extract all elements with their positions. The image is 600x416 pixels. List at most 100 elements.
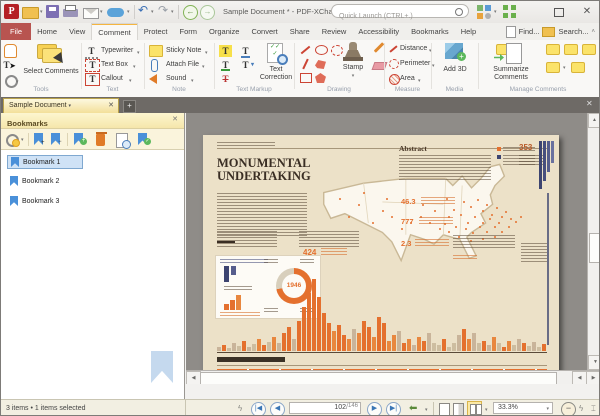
- scroll-right-button[interactable]: ▶: [586, 371, 600, 384]
- scroll-left-button[interactable]: ◀: [186, 371, 201, 384]
- area-button[interactable]: Area: [400, 75, 415, 82]
- last-page-button[interactable]: ▶|: [386, 402, 401, 416]
- document-tab-dropdown[interactable]: ▾: [69, 103, 72, 109]
- previous-comment-icon[interactable]: [546, 62, 560, 73]
- quick-launch-input[interactable]: Quick Launch (CTRL+.): [331, 4, 469, 18]
- oval-tool-icon[interactable]: [315, 45, 328, 55]
- bookmark-item[interactable]: Bookmark 3: [7, 195, 127, 209]
- import-comments-icon[interactable]: [564, 44, 578, 55]
- export-comments-icon[interactable]: [546, 44, 560, 55]
- typewriter-icon[interactable]: T: [85, 45, 98, 59]
- next-comment-icon[interactable]: [582, 44, 596, 55]
- forward-icon[interactable]: →: [200, 5, 215, 20]
- text-box-button[interactable]: Text Box: [101, 61, 128, 68]
- redo-icon[interactable]: ↷: [158, 3, 168, 17]
- tab-home[interactable]: Home: [31, 23, 63, 40]
- redo-dropdown[interactable]: ▾: [171, 9, 174, 15]
- undo-icon[interactable]: ↶: [138, 3, 148, 17]
- highlight-text-icon[interactable]: T: [219, 45, 232, 57]
- insert-text-icon[interactable]: T▾: [239, 59, 252, 71]
- polyline-tool-icon[interactable]: [315, 60, 326, 69]
- previous-page-button[interactable]: ◀: [270, 402, 285, 416]
- page-number-input[interactable]: 102/146: [289, 402, 361, 414]
- area-icon[interactable]: [389, 74, 400, 85]
- callout-button[interactable]: Callout: [101, 75, 123, 82]
- tab-comment[interactable]: Comment: [91, 23, 138, 40]
- edit-mode-icon[interactable]: ⌶: [591, 404, 596, 414]
- arrow-tool-icon[interactable]: [302, 59, 308, 70]
- stamp-button[interactable]: Stamp ▾: [337, 42, 369, 80]
- pencil-tool-icon[interactable]: [374, 42, 385, 53]
- scroll-down-button[interactable]: ▼: [588, 355, 600, 370]
- previous-view-icon[interactable]: ⬅: [409, 403, 423, 414]
- undo-dropdown[interactable]: ▾: [151, 9, 154, 15]
- first-page-button[interactable]: |◀: [251, 402, 266, 416]
- tool-settings-dropdown[interactable]: ▾: [16, 79, 19, 85]
- strikeout-text-icon[interactable]: T: [219, 73, 232, 85]
- underline-text-icon[interactable]: T: [219, 59, 232, 71]
- email-dropdown[interactable]: ▾: [100, 9, 103, 15]
- rectangle-tool-icon[interactable]: [300, 73, 312, 83]
- bookmark-options-dropdown[interactable]: ▾: [21, 137, 24, 143]
- distance-button[interactable]: Distance: [400, 45, 427, 52]
- collapse-ribbon-icon[interactable]: ˄: [591, 29, 595, 35]
- bookmark-item-selected[interactable]: Bookmark 1: [7, 155, 83, 169]
- horizontal-scrollbar[interactable]: ◀ ◀ ▶: [186, 370, 600, 384]
- restore-window-button[interactable]: [549, 4, 569, 20]
- sticky-note-button[interactable]: Sticky Note: [166, 47, 201, 54]
- tab-bookmarks[interactable]: Bookmarks: [405, 23, 455, 40]
- search-button[interactable]: Search...: [558, 27, 588, 36]
- continuous-layout-icon[interactable]: [453, 403, 464, 416]
- select-text-icon[interactable]: T➤: [3, 59, 16, 71]
- document-tab[interactable]: Sample Document ▾ ✕: [3, 98, 119, 113]
- find-button[interactable]: Find...: [519, 27, 540, 36]
- tab-review[interactable]: Review: [316, 23, 353, 40]
- text-correction-button[interactable]: ✓✓✓ Text Correction: [257, 42, 295, 82]
- tab-organize[interactable]: Organize: [203, 23, 245, 40]
- email-icon[interactable]: [83, 8, 99, 19]
- tab-view[interactable]: View: [63, 23, 91, 40]
- scroll-up-button[interactable]: ▲: [588, 113, 600, 128]
- attach-file-button[interactable]: Attach File: [166, 61, 199, 68]
- close-window-button[interactable]: ✕: [577, 4, 597, 20]
- bookmarks-panel-close-icon[interactable]: ✕: [172, 115, 178, 123]
- document-tab-close-icon[interactable]: ✕: [108, 99, 114, 112]
- layout-dropdown[interactable]: ▾: [485, 407, 488, 413]
- tab-protect[interactable]: Protect: [138, 23, 174, 40]
- open-file-dropdown[interactable]: ▾: [40, 9, 43, 15]
- typewriter-button[interactable]: Typewriter: [101, 47, 133, 54]
- tab-share[interactable]: Share: [284, 23, 316, 40]
- polygon-tool-icon[interactable]: [315, 73, 326, 83]
- tab-bar-close-button[interactable]: ✕: [586, 99, 593, 108]
- ui-options-icon[interactable]: [477, 5, 491, 19]
- tab-file[interactable]: File: [1, 23, 31, 40]
- add-3d-button[interactable]: + Add 3D: [435, 42, 475, 74]
- document-pane[interactable]: MONUMENTAL UNDERTAKING 424 1946: [186, 113, 600, 384]
- tab-convert[interactable]: Convert: [245, 23, 283, 40]
- cloud-upload-icon[interactable]: [107, 8, 124, 17]
- line-tool-icon[interactable]: [301, 46, 311, 55]
- tab-accessibility[interactable]: Accessibility: [352, 23, 405, 40]
- back-icon[interactable]: ←: [183, 5, 198, 20]
- cloud-dropdown[interactable]: ▾: [127, 9, 130, 15]
- ui-options-dropdown[interactable]: ▾: [494, 9, 497, 15]
- delete-bookmark-icon[interactable]: [96, 134, 105, 146]
- sticky-note-icon[interactable]: [149, 45, 163, 57]
- attach-file-icon[interactable]: [151, 59, 158, 72]
- distance-icon[interactable]: [389, 45, 397, 52]
- hand-tool-icon[interactable]: [4, 44, 17, 58]
- save-icon[interactable]: [46, 5, 59, 18]
- full-screen-icon[interactable]: [503, 5, 516, 18]
- tab-form[interactable]: Form: [174, 23, 204, 40]
- zoom-combobox[interactable]: 33.3% ▾: [493, 402, 553, 414]
- select-comments-button[interactable]: Select Comments: [23, 42, 79, 76]
- bookmark-item[interactable]: Bookmark 2: [7, 175, 127, 189]
- perimeter-icon[interactable]: [389, 59, 399, 69]
- next-page-button[interactable]: ▶: [367, 402, 382, 416]
- eraser-tool-icon[interactable]: [372, 62, 388, 70]
- print-icon[interactable]: [63, 9, 78, 17]
- vertical-scrollbar[interactable]: ▲ ▼: [587, 113, 600, 370]
- callout-icon[interactable]: T: [85, 73, 100, 86]
- tab-help[interactable]: Help: [455, 23, 482, 40]
- snapshot-icon[interactable]: ϟ: [238, 404, 242, 413]
